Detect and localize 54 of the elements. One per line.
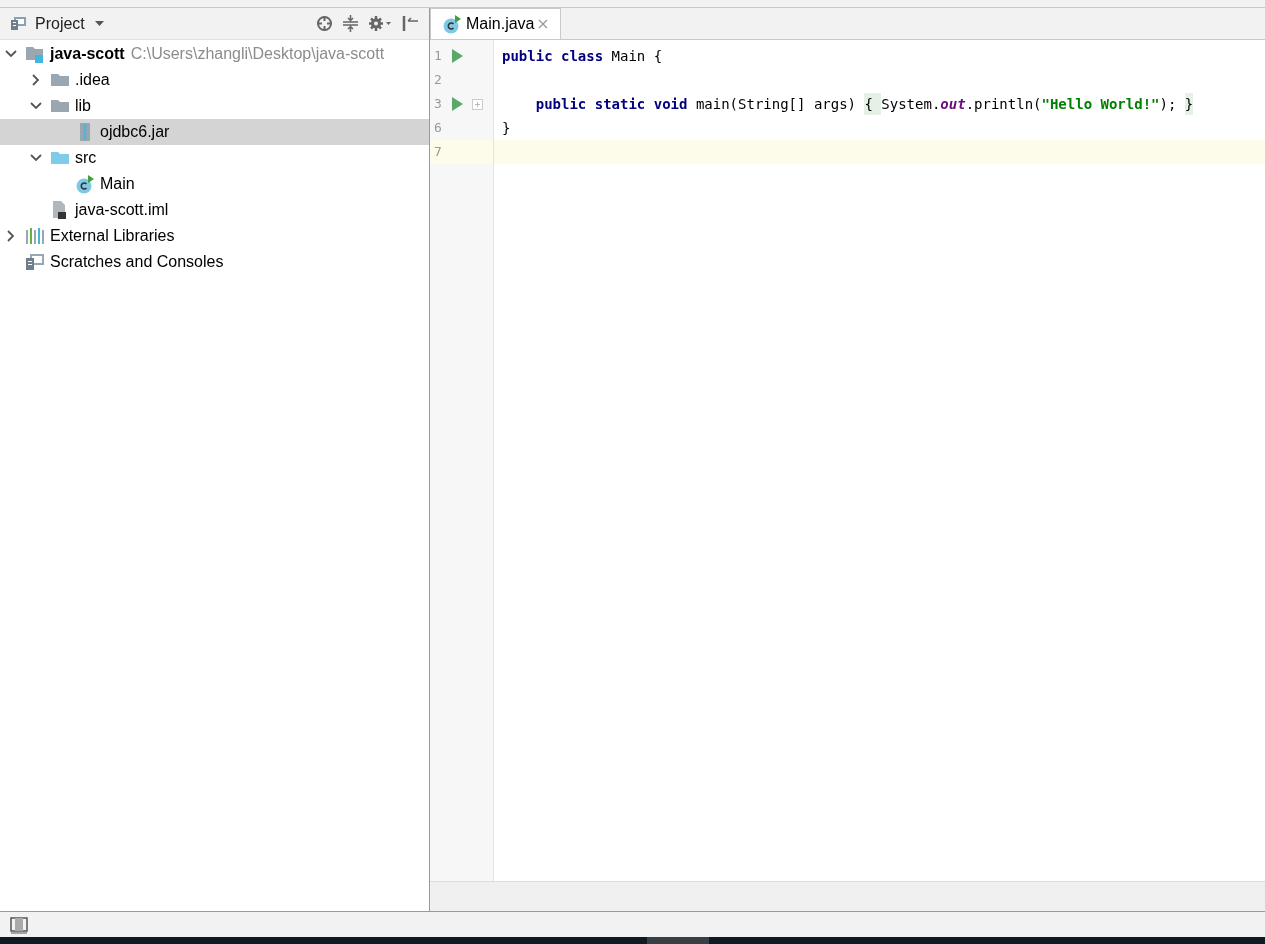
chevron-down-icon[interactable]	[30, 102, 42, 110]
tree-item[interactable]: ojdbc6.jar	[0, 119, 429, 145]
crosshair-icon[interactable]	[316, 15, 333, 32]
tree-item[interactable]: External Libraries	[0, 223, 429, 249]
file-icon	[51, 200, 69, 220]
item-label: lib	[75, 96, 91, 116]
project-view-dropdown[interactable]: Project	[35, 11, 104, 36]
caret-icon	[94, 21, 104, 26]
editor-tab[interactable]: Main.java	[430, 8, 562, 39]
tree-item[interactable]: java-scott.iml	[0, 197, 429, 223]
line-number: 3	[434, 95, 443, 114]
tree-item[interactable]: lib	[0, 93, 429, 119]
tree-item[interactable]: Scratches and Consoles	[0, 249, 429, 275]
chevron-down-icon[interactable]	[30, 154, 42, 162]
tool-window-icon[interactable]	[10, 915, 28, 934]
tree-item[interactable]: src	[0, 145, 429, 171]
line-number: 2	[434, 71, 443, 90]
class-icon	[75, 174, 95, 194]
class-icon	[443, 14, 462, 34]
item-label: External Libraries	[50, 226, 175, 246]
tree-item[interactable]: java-scott C:\Users\zhangli\Desktop\java-scott	[0, 41, 429, 67]
code-line: public static void main(String[] args) { System.out.println("Hello World!"); }	[502, 93, 1194, 115]
module-folder-icon	[25, 45, 45, 63]
run-icon[interactable]	[452, 49, 463, 63]
folder-icon	[50, 98, 70, 114]
item-label: Main	[100, 174, 135, 194]
folder-icon	[50, 150, 70, 166]
close-icon[interactable]	[538, 19, 549, 29]
item-label: java-scott	[50, 44, 125, 64]
folder-icon	[50, 72, 70, 88]
project-view-icon	[10, 16, 27, 31]
item-label: Scratches and Consoles	[50, 252, 224, 272]
collapse-all-icon[interactable]	[343, 15, 358, 32]
archive-icon	[79, 122, 91, 142]
item-label: java-scott.iml	[75, 200, 169, 220]
line-number: 1	[434, 47, 443, 66]
chevron-down-icon[interactable]	[5, 50, 17, 58]
gear-icon[interactable]	[368, 15, 392, 32]
code-line: public class Main {	[502, 46, 663, 66]
hide-panel-icon[interactable]	[402, 15, 419, 32]
tree-item[interactable]: .idea	[0, 67, 429, 93]
scratches-icon	[25, 253, 45, 271]
line-number: 7	[434, 143, 443, 162]
item-label: ojdbc6.jar	[100, 122, 170, 142]
chevron-right-icon[interactable]	[7, 230, 15, 242]
library-icon	[25, 227, 45, 245]
code-line: }	[502, 118, 511, 138]
run-icon[interactable]	[452, 97, 463, 111]
item-label: .idea	[75, 70, 110, 90]
tree-item[interactable]: Main	[0, 171, 429, 197]
chevron-right-icon[interactable]	[32, 74, 40, 86]
line-number: 6	[434, 119, 443, 138]
item-path: C:\Users\zhangli\Desktop\java-scott	[130, 44, 385, 64]
item-label: src	[75, 148, 97, 168]
